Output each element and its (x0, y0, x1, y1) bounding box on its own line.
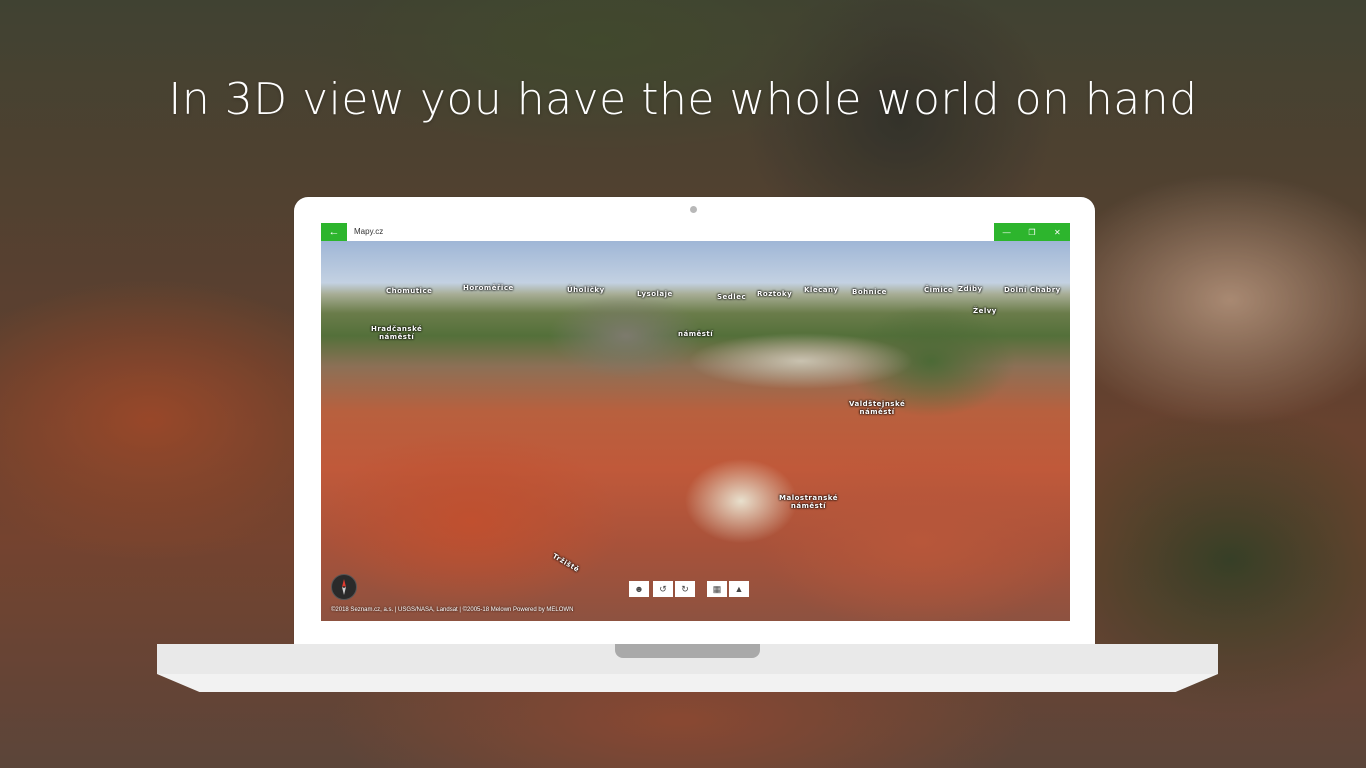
map-control-rotate: ↺ ↻ (653, 581, 695, 597)
laptop-foot (157, 674, 1218, 692)
map-3d-view[interactable]: Chomutice Horoměřice Úholičky Lysolaje S… (321, 241, 1070, 621)
map-label: Sedlec (717, 293, 747, 301)
map-label: Tržiště (550, 552, 581, 574)
tilt-view-button[interactable]: ☻ (629, 581, 649, 597)
minimize-button[interactable]: — (994, 223, 1019, 241)
map-label: Roztoky (757, 290, 793, 298)
map-label-hradcanske: Hradčanské náměstí (371, 325, 423, 341)
app-title: Mapy.cz (354, 227, 384, 236)
map-label: Klecany (804, 286, 839, 294)
rotate-left-icon: ↺ (659, 583, 667, 594)
rotate-right-icon: ↻ (681, 583, 689, 594)
grid-icon: ▦ (712, 583, 722, 594)
compass-icon (342, 579, 346, 595)
map-label: náměstí (678, 330, 714, 338)
back-button[interactable]: ← (321, 223, 347, 241)
map-label-valdstejnske: Valdštejnské náměstí (849, 400, 906, 416)
map-label: Úholičky (567, 286, 605, 294)
compass-button[interactable] (331, 574, 357, 600)
map-label: Dolní Chabry (1004, 286, 1061, 294)
title-bar: ← Mapy.cz — ❐ ✕ (321, 223, 1070, 242)
terrain-button[interactable]: ▲ (729, 581, 749, 597)
map-label: Želvy (973, 307, 997, 315)
map-label: Horoměřice (463, 284, 514, 292)
map-label-malostranske: Malostranské náměstí (779, 494, 838, 510)
map-label: Zdiby (958, 285, 983, 293)
map-copyright: ©2018 Seznam.cz, a.s. | USGS/NASA, Lands… (331, 607, 574, 613)
rotate-right-button[interactable]: ↻ (675, 581, 695, 597)
arrow-left-icon: ← (328, 226, 340, 238)
window-controls: — ❐ ✕ (994, 223, 1070, 241)
map-label: Chomutice (386, 287, 433, 295)
laptop-notch (615, 644, 760, 658)
headline: In 3D view you have the whole world on h… (168, 74, 1198, 125)
rotate-left-button[interactable]: ↺ (653, 581, 673, 597)
map-control-layers: ▦ ▲ (707, 581, 749, 597)
laptop-camera (690, 206, 697, 213)
map-label: Čimice (924, 286, 954, 294)
map-label: Lysolaje (637, 290, 673, 298)
person-3d-icon: ☻ (634, 584, 644, 594)
close-button[interactable]: ✕ (1045, 223, 1070, 241)
layers-button[interactable]: ▦ (707, 581, 727, 597)
map-control-tilt: ☻ (629, 581, 649, 597)
map-label: Bohnice (852, 288, 887, 296)
terrain-icon: ▲ (734, 584, 744, 594)
maximize-button[interactable]: ❐ (1019, 223, 1044, 241)
app-window: ← Mapy.cz — ❐ ✕ Chomutice Horoměřice Úho… (321, 223, 1070, 621)
